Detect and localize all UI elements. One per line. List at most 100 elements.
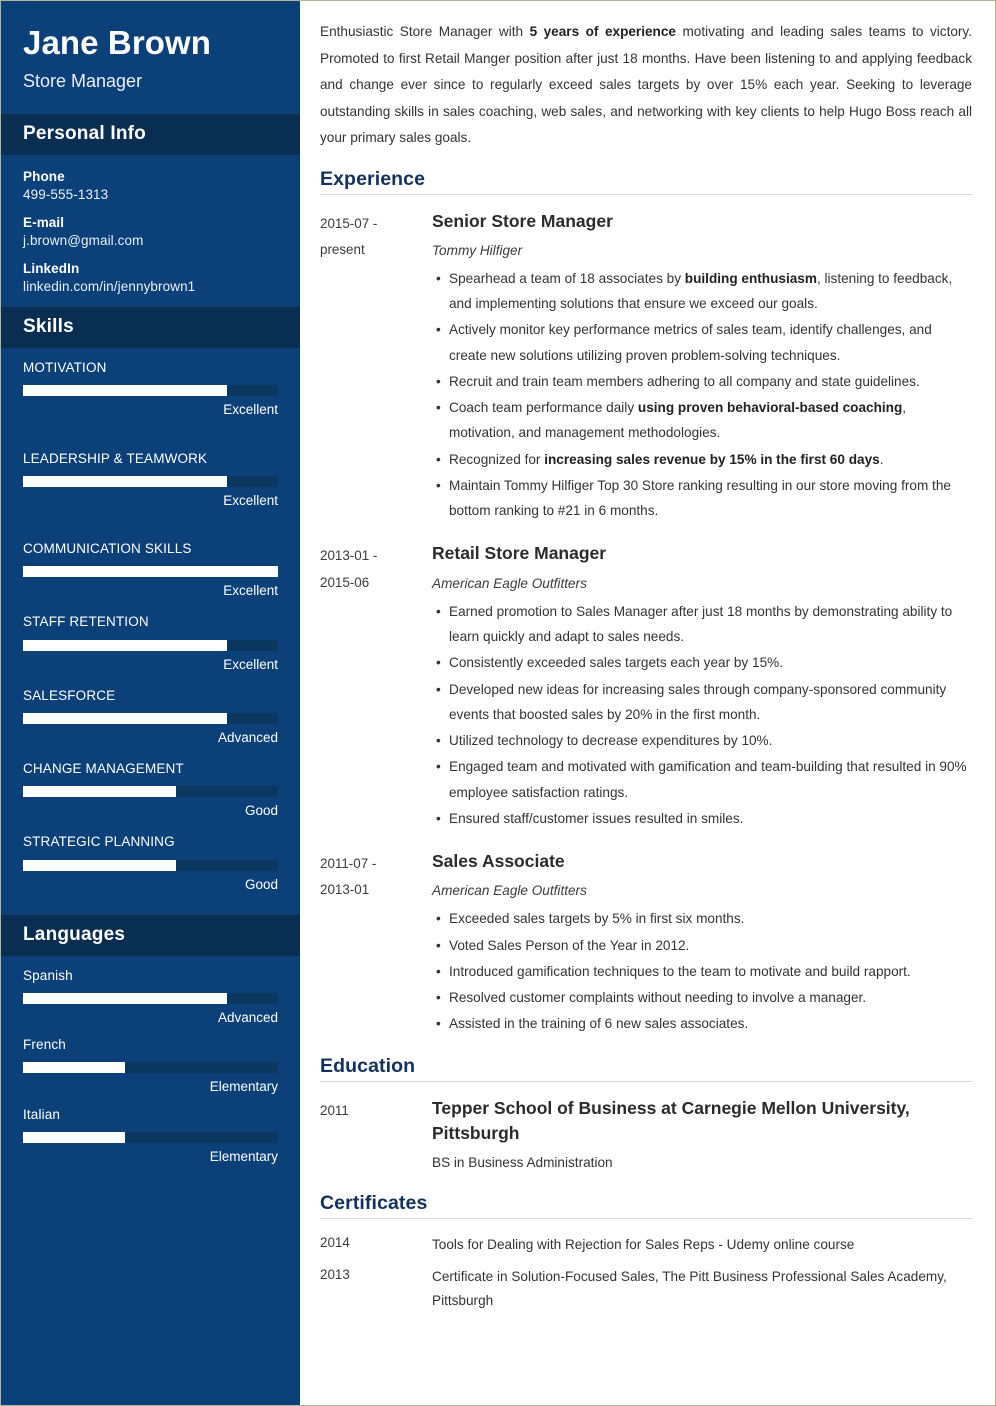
experience-body: Retail Store Manager American Eagle Outfi…	[432, 541, 972, 845]
experience-date-range: 2013-01 - 2015-06	[320, 541, 432, 845]
job-bullet: Resolved customer complaints without nee…	[436, 985, 972, 1011]
language-bar-fill	[23, 993, 227, 1005]
skill-row: CHANGE MANAGEMENT Good	[23, 761, 278, 819]
professional-summary: Enthusiastic Store Manager with 5 years …	[320, 24, 972, 145]
language-level-label: Advanced	[217, 1010, 278, 1026]
experience-divider	[320, 193, 972, 195]
date-end: present	[320, 241, 365, 257]
language-name: French	[23, 1037, 66, 1053]
language-row: French Elementary	[23, 1037, 278, 1095]
skill-row: COMMUNICATION SKILLS Excellent	[23, 541, 278, 599]
skill-row: STRATEGIC PLANNING Good	[23, 834, 278, 892]
certificate-year: 2014	[320, 1234, 350, 1250]
contact-value: linkedin.com/in/jennybrown1	[23, 279, 196, 295]
date-start: 2011-07 -	[320, 856, 377, 872]
skill-level-label: Excellent	[223, 492, 278, 508]
main-column: Enthusiastic Store Manager with 5 years …	[300, 1, 995, 1405]
experience-body: Senior Store Manager Tommy Hilfiger Spearh…	[432, 209, 972, 538]
experience-date-range: 2015-07 - present	[320, 209, 432, 538]
job-bullet: Introduced gamification techniques to th…	[436, 959, 972, 985]
job-role: Senior Store Manager	[432, 210, 613, 231]
contact-item: Phone 499-555-1313	[23, 169, 278, 202]
job-bullet: Recognized for increasing sales revenue …	[436, 447, 972, 473]
personal-info-section-header: Personal Info	[1, 114, 300, 156]
skill-bar-fill	[23, 385, 227, 397]
contact-label: E-mail	[23, 215, 65, 231]
contact-item: LinkedIn linkedin.com/in/jennybrown1	[23, 261, 278, 294]
skills-list: MOTIVATION Excellent LEADERSHIP & TEAMWORK…	[1, 348, 300, 915]
job-bullet: Consistently exceeded sales targets each…	[436, 650, 972, 676]
education-entry: 2011 Tepper School of Business at Carnegi…	[320, 1096, 972, 1188]
date-start: 2015-07 -	[320, 215, 378, 231]
language-bar-track	[23, 993, 278, 1005]
experience-entry: 2013-01 - 2015-06 Retail Store Manager Amer…	[320, 541, 972, 845]
language-level-label: Elementary	[209, 1079, 278, 1095]
skill-bar-track	[23, 475, 278, 487]
skill-level-label: Good	[244, 876, 278, 892]
certificates-heading: Certificates	[320, 1191, 428, 1214]
date-start: 2013-01 -	[320, 548, 378, 564]
personal-info-title: Personal Info	[23, 123, 146, 145]
contact-list: Phone 499-555-1313 E-mail j.brown@gmail.com…	[1, 155, 300, 294]
skill-row: LEADERSHIP & TEAMWORK Excellent	[23, 451, 278, 509]
job-bullet: Recruit and train team members adhering …	[436, 369, 972, 395]
language-bar-fill	[23, 1062, 125, 1074]
skill-level-label: Excellent	[223, 656, 278, 672]
job-bullet: Ensured staff/customer issues resulted i…	[436, 806, 972, 832]
skill-name: MOTIVATION	[23, 360, 107, 376]
language-bar-track	[23, 1131, 278, 1143]
job-bullet: Maintain Tommy Hilfiger Top 30 Store ran…	[436, 473, 972, 524]
skill-row: STAFF RETENTION Excellent	[23, 614, 278, 672]
certificate-entry: 2014 Tools for Dealing with Rejection for…	[320, 1233, 972, 1256]
education-degree: BS in Business Administration	[432, 1155, 613, 1171]
skill-name: SALESFORCE	[23, 687, 116, 703]
skill-level-label: Advanced	[217, 729, 278, 745]
job-bullet: Coach team performance daily using prove…	[436, 395, 972, 446]
education-heading: Education	[320, 1054, 416, 1077]
job-bullet: Utilized technology to decrease expendit…	[436, 728, 972, 754]
language-level-label: Elementary	[209, 1148, 278, 1164]
contact-item: E-mail j.brown@gmail.com	[23, 215, 278, 248]
skill-level-label: Excellent	[223, 402, 278, 418]
job-company: Tommy Hilfiger	[432, 242, 523, 258]
skill-bar-fill	[23, 859, 176, 871]
skill-bar-track	[23, 786, 278, 798]
certificate-entry: 2013 Certificate in Solution-Focused Sale…	[320, 1265, 972, 1312]
education-entries: 2011 Tepper School of Business at Carnegi…	[320, 1096, 972, 1188]
experience-section: Experience 2015-07 - present Senior Store …	[320, 168, 972, 1051]
education-body: Tepper School of Business at Carnegie Me…	[432, 1096, 972, 1188]
contact-value: 499-555-1313	[23, 187, 109, 203]
skills-section-header: Skills	[1, 307, 300, 349]
experience-date-range: 2011-07 - 2013-01	[320, 849, 432, 1051]
certificates-section: Certificates 2014 Tools for Dealing with …	[320, 1192, 972, 1312]
skill-bar-track	[23, 712, 278, 724]
job-bullet: Actively monitor key performance metrics…	[436, 317, 972, 368]
skill-row: MOTIVATION Excellent	[23, 360, 278, 418]
job-bullet: Voted Sales Person of the Year in 2012.	[436, 933, 972, 959]
certificate-year: 2013	[320, 1267, 350, 1283]
resume-page: Jane Brown Store Manager Personal Info P…	[0, 0, 996, 1406]
experience-entry: 2015-07 - present Senior Store Manager Tomm…	[320, 209, 972, 538]
certificate-entries: 2014 Tools for Dealing with Rejection for…	[320, 1233, 972, 1312]
skill-level-label: Excellent	[223, 583, 278, 599]
skill-bar-fill	[23, 475, 227, 487]
language-bar-fill	[23, 1131, 125, 1143]
contact-label: Phone	[23, 169, 65, 185]
education-divider	[320, 1080, 972, 1082]
job-company: American Eagle Outfitters	[432, 883, 587, 899]
certificates-divider	[320, 1217, 972, 1219]
language-name: Spanish	[23, 967, 73, 983]
language-row: Italian Elementary	[23, 1107, 278, 1165]
skill-name: STRATEGIC PLANNING	[23, 834, 175, 850]
skill-bar-track	[23, 566, 278, 578]
job-bullet: Engaged team and motivated with gamifica…	[436, 754, 972, 805]
skill-bar-track	[23, 859, 278, 871]
certificate-text: Tools for Dealing with Rejection for Sal…	[432, 1236, 855, 1252]
job-bullet-list: Spearhead a team of 18 associates by bui…	[432, 266, 972, 524]
